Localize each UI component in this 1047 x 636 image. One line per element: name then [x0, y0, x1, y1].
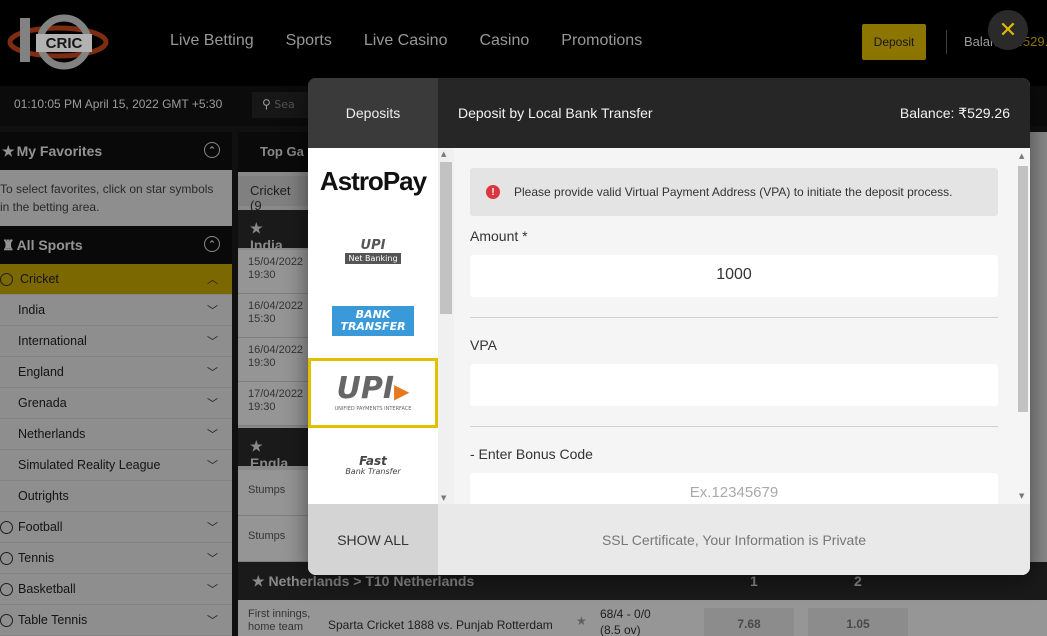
amount-input[interactable]: 1000: [470, 255, 998, 297]
payment-method-fast-bank-transfer[interactable]: Fast Bank Transfer: [308, 432, 438, 498]
ssl-notice: SSL Certificate, Your Information is Pri…: [601, 531, 867, 548]
deposit-form: ! Please provide valid Virtual Payment A…: [454, 148, 1014, 504]
modal-header: Deposits Deposit by Local Bank Transfer …: [308, 78, 1030, 148]
payment-method-upi[interactable]: UPI▶ UNIFIED PAYMENTS INTERFACE: [308, 358, 438, 428]
astropay-logo: AstroPay: [319, 165, 427, 196]
logo-text: Bank Transfer: [345, 466, 401, 476]
scroll-up-icon[interactable]: ▲: [441, 150, 446, 158]
vpa-alert: ! Please provide valid Virtual Payment A…: [470, 168, 998, 216]
close-icon[interactable]: ✕: [988, 10, 1028, 50]
payment-method-list: AstroPay UPI Net Banking BANK TRANSFER U…: [308, 148, 438, 504]
modal-balance: Balance: ₹529.26: [899, 105, 1010, 121]
vpa-input[interactable]: [470, 364, 998, 406]
upi-netbanking-logo: UPI Net Banking: [345, 238, 401, 264]
method-scrollbar[interactable]: ▲ ▼: [438, 148, 454, 504]
vpa-label: VPA: [470, 337, 497, 353]
divider: [470, 317, 998, 318]
bank-transfer-logo: BANK TRANSFER: [332, 306, 414, 336]
tab-deposits[interactable]: Deposits: [308, 78, 438, 148]
bonus-code-label: - Enter Bonus Code: [470, 446, 593, 462]
amount-label: Amount *: [470, 228, 528, 244]
divider: [470, 426, 998, 427]
error-icon: !: [486, 185, 500, 199]
fast-bank-transfer-logo: Fast Bank Transfer: [345, 455, 400, 476]
deposit-modal: Deposits Deposit by Local Bank Transfer …: [308, 78, 1030, 575]
logo-text: UPI: [360, 238, 386, 253]
logo-text: UPI▶: [336, 371, 410, 406]
logo-text: Fast: [359, 453, 387, 468]
payment-method-bank-transfer[interactable]: BANK TRANSFER: [308, 288, 438, 354]
scrollbar-thumb[interactable]: [1018, 166, 1028, 412]
payment-method-astropay[interactable]: AstroPay: [308, 148, 438, 214]
logo-text: UNIFIED PAYMENTS INTERFACE: [334, 406, 412, 412]
scroll-down-icon[interactable]: ▼: [441, 494, 446, 502]
scroll-up-icon[interactable]: ▲: [1019, 152, 1024, 160]
scroll-down-icon[interactable]: ▼: [1019, 492, 1024, 500]
bonus-code-input[interactable]: Ex.12345679: [470, 473, 998, 504]
logo-text: Net Banking: [345, 253, 401, 264]
alert-text: Please provide valid Virtual Payment Add…: [514, 185, 953, 199]
logo-text: TRANSFER: [340, 320, 406, 333]
modal-footer: SHOW ALL SSL Certificate, Your Informati…: [308, 504, 1030, 575]
modal-title: Deposit by Local Bank Transfer: [458, 105, 653, 121]
upi-arrow-icon: ▶: [394, 379, 410, 403]
show-all-button[interactable]: SHOW ALL: [308, 504, 438, 575]
form-scrollbar[interactable]: ▲ ▼: [1014, 148, 1030, 504]
payment-method-upi-netbanking[interactable]: UPI Net Banking: [308, 218, 438, 284]
scrollbar-thumb[interactable]: [440, 162, 452, 314]
upi-logo: UPI▶ UNIFIED PAYMENTS INTERFACE: [334, 371, 412, 413]
